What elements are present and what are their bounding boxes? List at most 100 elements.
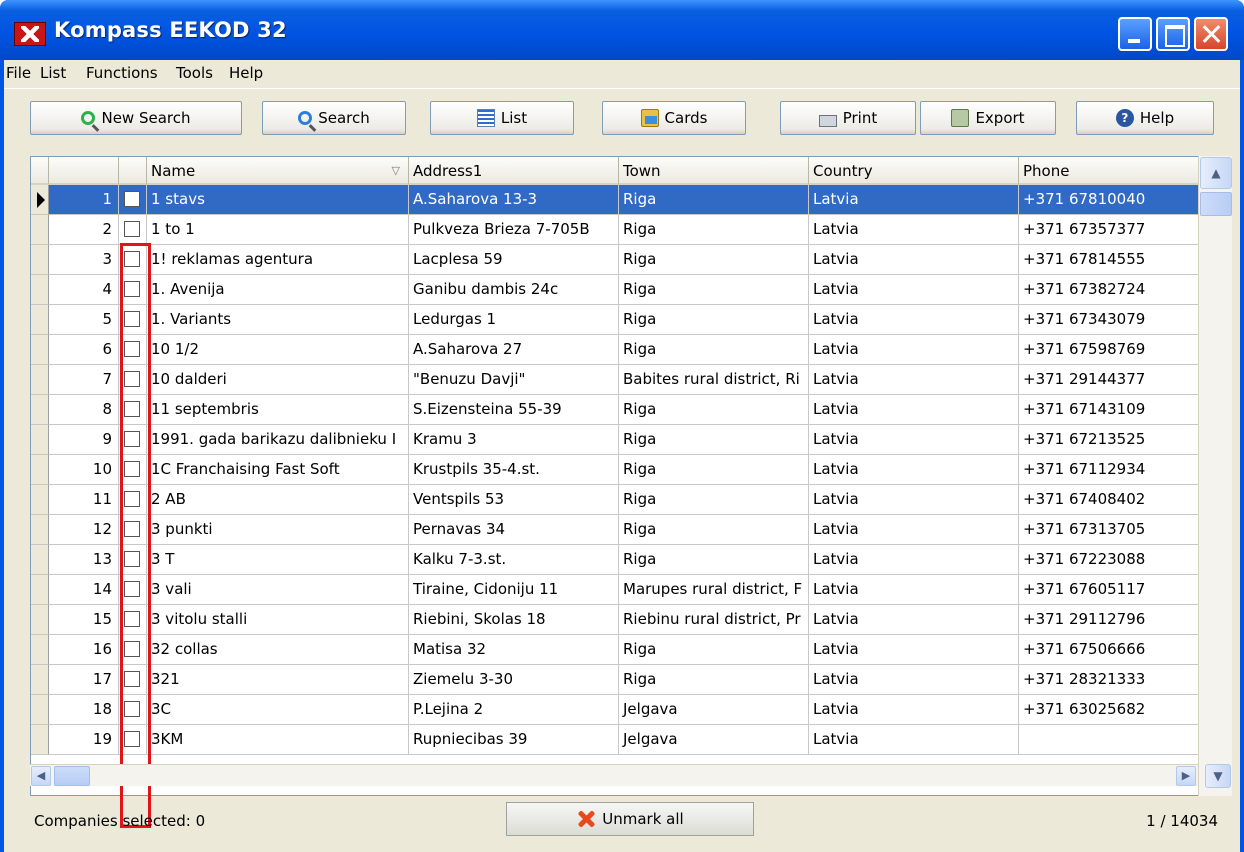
menu-tools[interactable]: Tools [176, 64, 213, 82]
unmark-all-button[interactable]: Unmark all [506, 802, 754, 836]
scroll-left-icon[interactable]: ◀ [31, 766, 51, 786]
row-number: 16 [49, 635, 119, 665]
row-checkbox[interactable] [124, 251, 140, 267]
row-header[interactable] [31, 455, 49, 485]
header-town[interactable]: Town [619, 157, 809, 185]
table-row[interactable]: 12 3 punkti Pernavas 34 Riga Latvia +371 6731… [31, 515, 1201, 545]
row-checkbox[interactable] [124, 371, 140, 387]
row-header[interactable] [31, 725, 49, 755]
table-row[interactable]: 4 1. Avenija Ganibu dambis 24c Riga Latvia +3… [31, 275, 1201, 305]
row-header[interactable] [31, 635, 49, 665]
maximize-button[interactable] [1156, 17, 1190, 51]
table-row[interactable]: 2 1 to 1 Pulkveza Brieza 7-705B Riga Latvia +… [31, 215, 1201, 245]
menu-help[interactable]: Help [229, 64, 263, 82]
table-row[interactable]: 9 1991. gada barikazu dalibnieku I Kramu 3… [31, 425, 1201, 455]
row-header[interactable] [31, 485, 49, 515]
table-row[interactable]: 11 2 AB Ventspils 53 Riga Latvia +371 6740840… [31, 485, 1201, 515]
help-button[interactable]: ? Help [1076, 101, 1214, 135]
row-checkbox[interactable] [124, 671, 140, 687]
row-header[interactable] [31, 515, 49, 545]
cell-phone: +371 67112934 [1019, 455, 1201, 485]
row-header[interactable] [31, 425, 49, 455]
row-header[interactable] [31, 335, 49, 365]
table-row[interactable]: 18 3C P.Lejina 2 Jelgava Latvia +371 63025682 [31, 695, 1201, 725]
scroll-down-icon[interactable]: ▼ [1205, 764, 1231, 788]
table-row[interactable]: 7 10 dalderi "Benuzu Davji" Babites rural d… [31, 365, 1201, 395]
row-header[interactable] [31, 245, 49, 275]
row-number: 9 [49, 425, 119, 455]
table-row[interactable]: 17 321 Ziemelu 3-30 Riga Latvia +371 28321333 [31, 665, 1201, 695]
row-checkbox[interactable] [124, 461, 140, 477]
table-row[interactable]: 16 32 collas Matisa 32 Riga Latvia +371 67506… [31, 635, 1201, 665]
menu-list[interactable]: List [40, 64, 66, 82]
row-header[interactable] [31, 365, 49, 395]
cell-address: Riebini, Skolas 18 [409, 605, 619, 635]
table-row[interactable]: 10 1C Franchaising Fast Soft Krustpils 35-… [31, 455, 1201, 485]
row-checkbox[interactable] [124, 341, 140, 357]
cards-button[interactable]: Cards [602, 101, 746, 135]
close-button[interactable] [1194, 17, 1228, 51]
export-button[interactable]: Export [920, 101, 1056, 135]
cell-country: Latvia [809, 425, 1019, 455]
table-row[interactable]: 8 11 septembris S.Eizensteina 55-39 Riga Lat… [31, 395, 1201, 425]
row-checkbox[interactable] [124, 221, 140, 237]
row-header[interactable] [31, 305, 49, 335]
new-search-button[interactable]: New Search [30, 101, 242, 135]
header-phone[interactable]: Phone [1019, 157, 1201, 185]
row-number: 8 [49, 395, 119, 425]
row-checkbox[interactable] [124, 191, 140, 207]
scroll-right-icon[interactable]: ▶ [1176, 766, 1196, 786]
table-row[interactable]: 5 1. Variants Ledurgas 1 Riga Latvia +371 673… [31, 305, 1201, 335]
row-header[interactable] [31, 275, 49, 305]
menu-file[interactable]: File [6, 64, 31, 82]
row-checkbox[interactable] [124, 431, 140, 447]
table-row[interactable]: 6 10 1/2 A.Saharova 27 Riga Latvia +371 67598… [31, 335, 1201, 365]
table-row[interactable]: 1 1 stavs A.Saharova 13-3 Riga Latvia +371 67… [31, 185, 1201, 215]
search-button[interactable]: Search [262, 101, 406, 135]
hscroll-thumb[interactable] [54, 766, 90, 786]
row-checkbox[interactable] [124, 641, 140, 657]
table-row[interactable]: 15 3 vitolu stalli Riebini, Skolas 18 Riebi… [31, 605, 1201, 635]
row-checkbox[interactable] [124, 611, 140, 627]
row-checkbox[interactable] [124, 581, 140, 597]
vertical-scrollbar[interactable]: ▲ [1198, 156, 1232, 796]
row-header[interactable] [31, 215, 49, 245]
header-name[interactable]: Name ▽ [147, 157, 409, 185]
scroll-up-icon[interactable]: ▲ [1200, 157, 1232, 189]
cell-phone: +371 29144377 [1019, 365, 1201, 395]
row-checkbox[interactable] [124, 551, 140, 567]
row-header[interactable] [31, 665, 49, 695]
title-bar[interactable]: Kompass EEKOD 32 [0, 0, 1244, 60]
header-country[interactable]: Country [809, 157, 1019, 185]
table-row[interactable]: 3 1! reklamas agentura Lacplesa 59 Riga Latv… [31, 245, 1201, 275]
row-header[interactable] [31, 395, 49, 425]
header-address[interactable]: Address1 [409, 157, 619, 185]
cell-town: Marupes rural district, F [619, 575, 809, 605]
row-checkbox[interactable] [124, 521, 140, 537]
table-row[interactable]: 14 3 vali Tiraine, Cidoniju 11 Marupes rura… [31, 575, 1201, 605]
row-header[interactable] [31, 695, 49, 725]
company-grid[interactable]: Name ▽ Address1 Town Country Phone 1 1 st… [30, 156, 1232, 796]
row-checkbox[interactable] [124, 281, 140, 297]
row-checkbox[interactable] [124, 401, 140, 417]
row-header[interactable] [31, 575, 49, 605]
row-checkbox[interactable] [124, 491, 140, 507]
minimize-button[interactable] [1118, 17, 1152, 51]
cell-address: Ventspils 53 [409, 485, 619, 515]
scroll-thumb[interactable] [1200, 192, 1232, 216]
list-button[interactable]: List [430, 101, 574, 135]
cell-address: Krustpils 35-4.st. [409, 455, 619, 485]
row-header[interactable] [31, 545, 49, 575]
menu-functions[interactable]: Functions [86, 64, 158, 82]
row-number: 19 [49, 725, 119, 755]
row-header[interactable] [31, 605, 49, 635]
horizontal-scrollbar[interactable]: ◀ ▶ [30, 764, 1198, 786]
row-checkbox[interactable] [124, 731, 140, 747]
row-header[interactable] [31, 185, 49, 215]
row-checkbox[interactable] [124, 311, 140, 327]
print-button[interactable]: Print [780, 101, 916, 135]
table-row[interactable]: 19 3KM Rupniecibas 39 Jelgava Latvia [31, 725, 1201, 755]
table-row[interactable]: 13 3 T Kalku 7-3.st. Riga Latvia +371 6722308… [31, 545, 1201, 575]
row-checkbox[interactable] [124, 701, 140, 717]
cell-country: Latvia [809, 245, 1019, 275]
